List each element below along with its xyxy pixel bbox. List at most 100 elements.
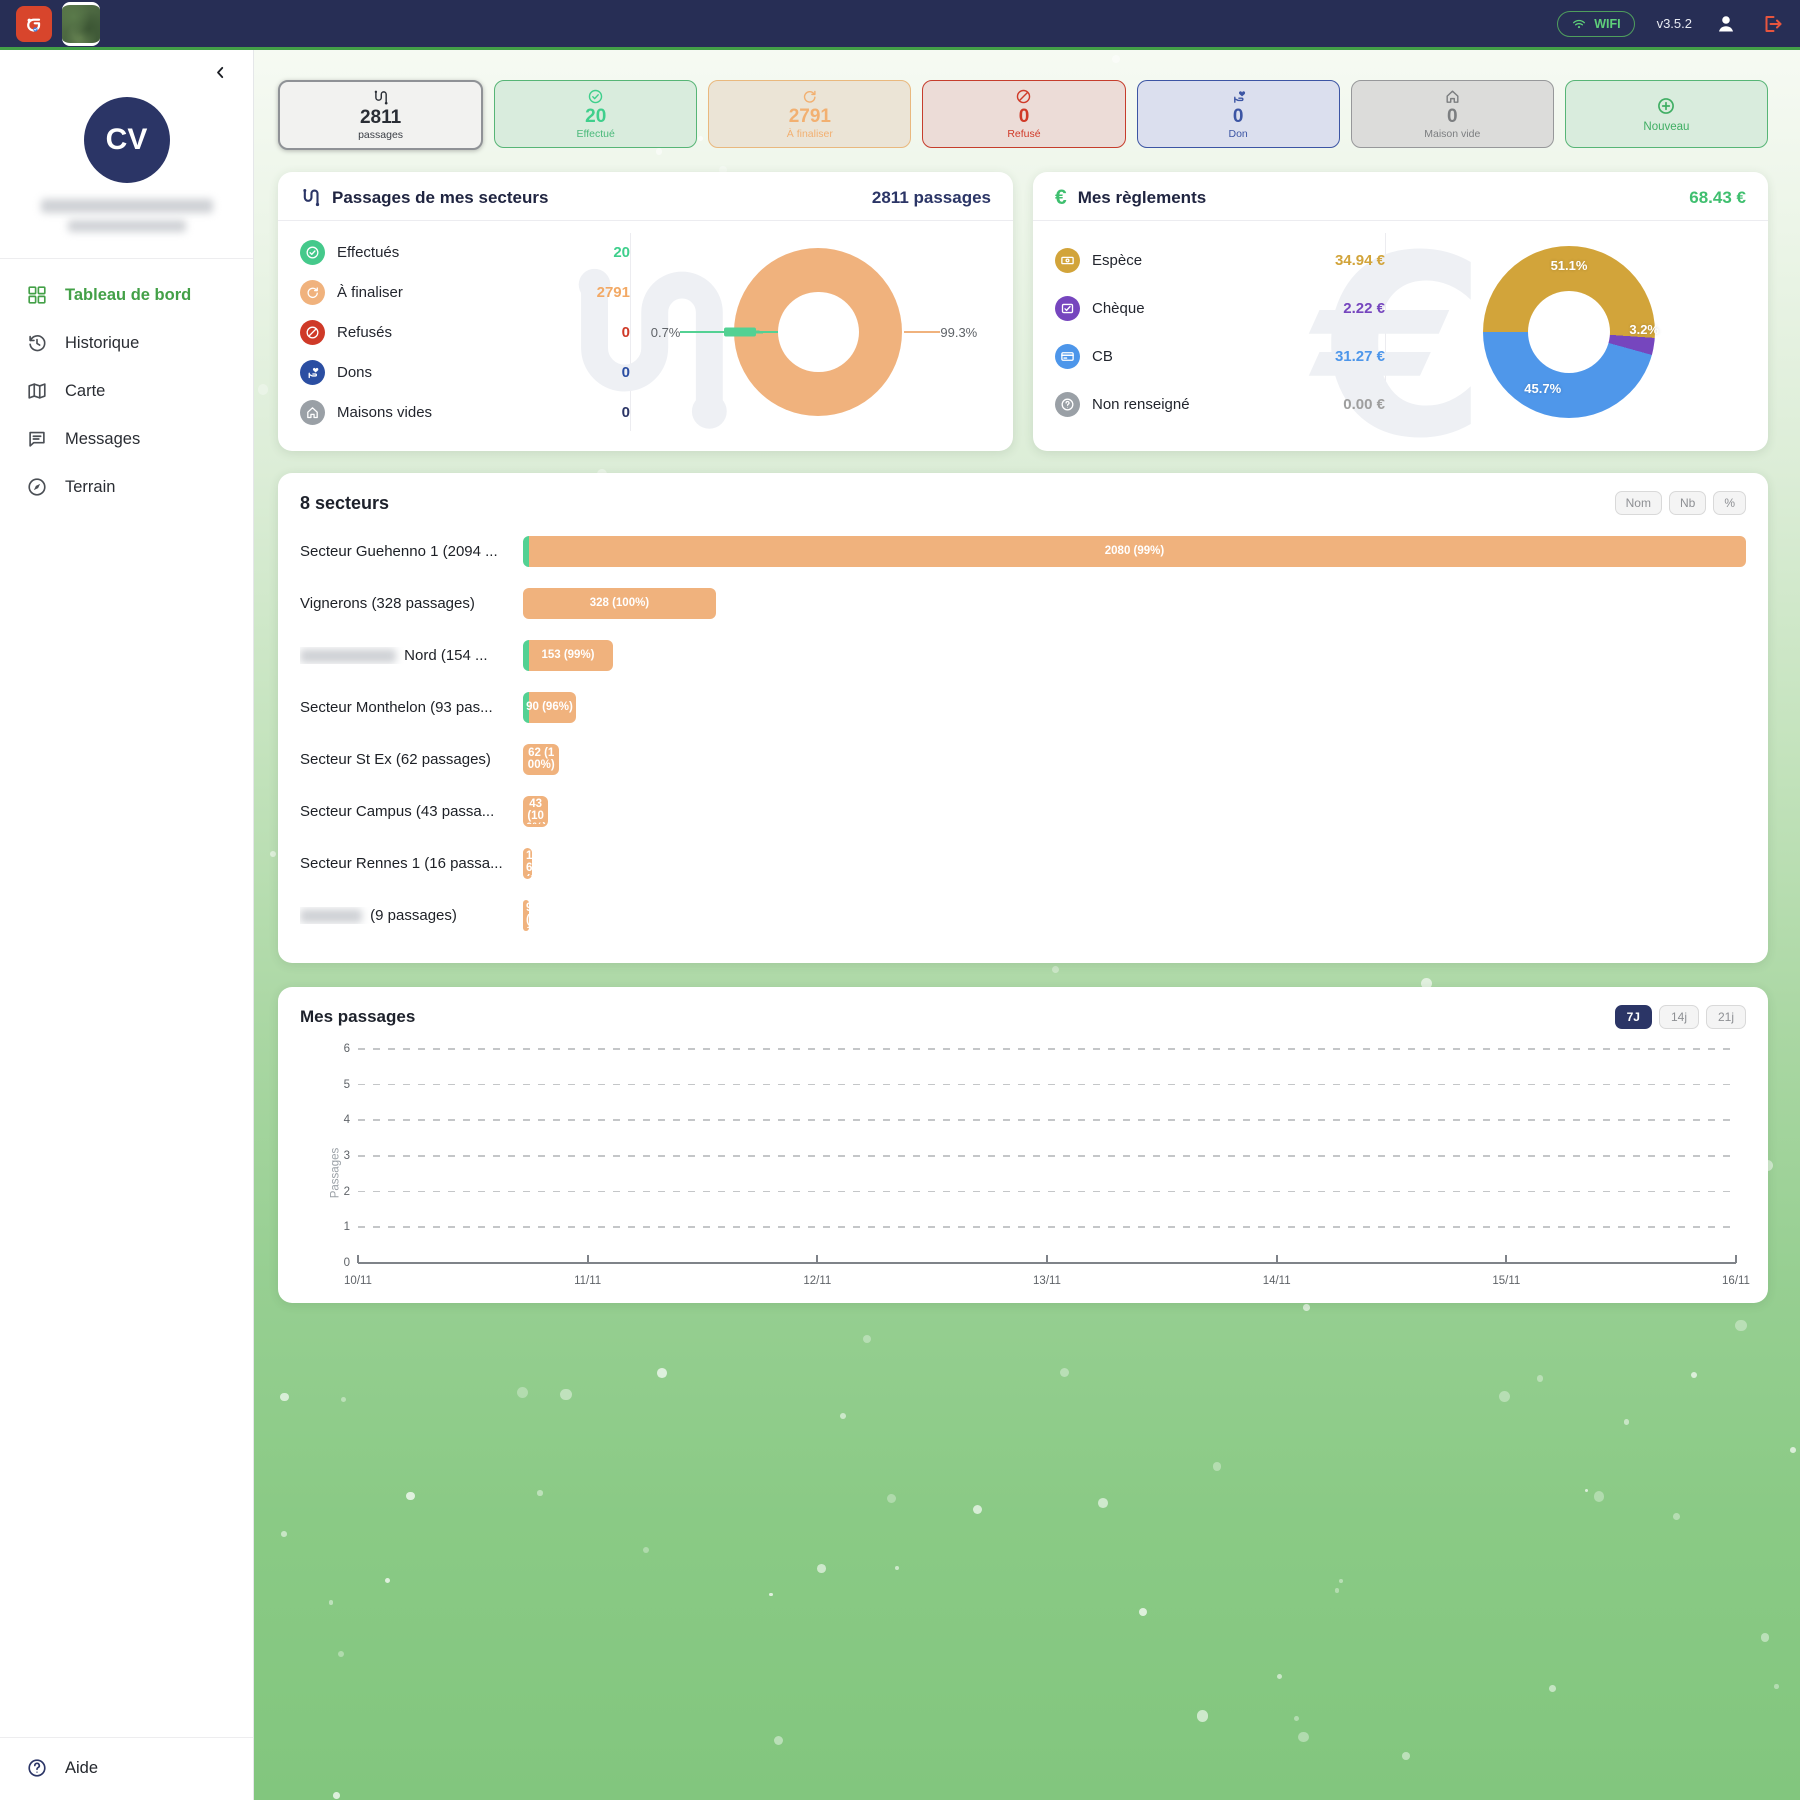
cheque-icon [1060, 301, 1075, 316]
x-tick-label: 12/11 [803, 1275, 831, 1287]
list-item-value: 34.94 € [1335, 252, 1385, 269]
stat-label: passages [358, 129, 403, 141]
range-button-7j[interactable]: 7J [1615, 1005, 1652, 1029]
list-item-value: 31.27 € [1335, 348, 1385, 365]
list-item-label: Espèce [1092, 252, 1142, 269]
list-item-label: Maisons vides [337, 404, 432, 421]
sidebar-menu: Tableau de bord Historique Carte Messages Te… [0, 259, 253, 511]
redacted-text [300, 909, 362, 923]
secteur-row: (9 passages)9 (100%) [300, 889, 1746, 941]
x-tick-mark [1505, 1255, 1507, 1263]
ban-icon [305, 325, 320, 340]
secteur-bar[interactable]: 328 (100%) [523, 588, 716, 619]
stat-value: 20 [585, 106, 606, 127]
user-icon[interactable] [1714, 12, 1738, 36]
sidebar-item-tableau-de-bord[interactable]: Tableau de bord [0, 271, 253, 319]
list-item-value: 2791 [597, 284, 630, 301]
gridline [358, 1191, 1736, 1193]
stat-card-refuse[interactable]: 0Refusé [922, 80, 1125, 148]
sidebar-item-label: Messages [65, 430, 140, 449]
x-tick-mark [1276, 1255, 1278, 1263]
redacted-text [41, 199, 213, 213]
secteur-label: Nord (154 ... [300, 647, 515, 664]
sidebar: CV Tableau de bordHistoriqueCarteMessage… [0, 50, 254, 1800]
chevron-left-icon [212, 64, 229, 81]
secteur-label: Secteur Guehenno 1 (2094 ... [300, 543, 515, 560]
list-item: Chèque2.22 € [1055, 291, 1385, 325]
app-root: WIFI v3.5.2 CV Tableau de bordHistorique… [0, 0, 1800, 1800]
stat-label: Nouveau [1643, 121, 1689, 133]
reglements-card: € Mes règlements 68.43 € € Espèce34.94 €… [1033, 172, 1768, 451]
top-navbar: WIFI v3.5.2 [0, 0, 1800, 50]
redacted-text [68, 220, 186, 232]
secteur-label: Secteur Campus (43 passa... [300, 803, 515, 820]
secteur-bar-area: 328 (100%) [523, 588, 1746, 619]
stat-label: Effectué [577, 128, 615, 140]
x-tick-mark [587, 1255, 589, 1263]
donation-icon [1230, 88, 1247, 105]
chart-plot: 654321010/1111/1112/1113/1114/1115/1116/… [358, 1049, 1736, 1263]
refresh-icon [305, 285, 320, 300]
sidebar-item-label: Historique [65, 334, 139, 353]
sort-button-nom[interactable]: Nom [1615, 491, 1662, 515]
sort-button-nb[interactable]: Nb [1669, 491, 1706, 515]
check-circle-icon [305, 245, 320, 260]
x-tick-label: 16/11 [1722, 1275, 1750, 1287]
secteur-bar-label: 16 (100%) [523, 850, 532, 876]
stat-value: 0 [1019, 106, 1030, 127]
passages-donut-area: 0.7% 99.3% [631, 229, 997, 435]
list-item: Non renseigné0.00 € [1055, 387, 1385, 421]
main-content: 2811passages20Effectué2791À finaliser0Re… [254, 50, 1800, 1303]
sidebar-item-aide[interactable]: Aide [0, 1744, 253, 1792]
passages-card-body: Effectués20À finaliser2791Refusés0Dons0M… [278, 221, 1013, 451]
secteur-bar[interactable]: 16 (100%) [523, 848, 532, 879]
range-button-21j[interactable]: 21j [1706, 1005, 1746, 1029]
stat-card-passages[interactable]: 2811passages [278, 80, 483, 150]
list-item: Maisons vides0 [300, 395, 630, 429]
sidebar-item-historique[interactable]: Historique [0, 319, 253, 367]
reglements-card-body: € Espèce34.94 €Chèque2.22 €CB31.27 €Non … [1033, 221, 1768, 451]
sidebar-item-terrain[interactable]: Terrain [0, 463, 253, 511]
cheque-badge [1055, 296, 1080, 321]
secteur-bar-label: 153 (99%) [538, 649, 597, 661]
secteur-row: Secteur St Ex (62 passages)62 (100%) [300, 733, 1746, 785]
gridline [358, 1084, 1736, 1086]
secteur-bar[interactable]: 2080 (99%) [523, 536, 1746, 567]
sidebar-item-carte[interactable]: Carte [0, 367, 253, 415]
sidebar-item-messages[interactable]: Messages [0, 415, 253, 463]
stat-card-effectue[interactable]: 20Effectué [494, 80, 697, 148]
stat-card-maison-vide[interactable]: 0Maison vide [1351, 80, 1554, 148]
secteur-bar-area: 90 (96%) [523, 692, 1746, 723]
donut-label-cheque: 3.2% [1629, 322, 1659, 337]
sort-button-pct[interactable]: % [1713, 491, 1746, 515]
secteur-bar[interactable]: 62 (100%) [523, 744, 559, 775]
refresh-badge [300, 280, 325, 305]
list-item-label: Refusés [337, 324, 392, 341]
sidebar-bottom: Aide [0, 1737, 253, 1800]
logout-icon[interactable] [1760, 12, 1784, 36]
stat-card-a-finaliser[interactable]: 2791À finaliser [708, 80, 911, 148]
redacted-text [300, 649, 396, 663]
stat-card-don[interactable]: 0Don [1137, 80, 1340, 148]
secteur-bar[interactable]: 9 (100%) [523, 900, 529, 931]
navbar-left [16, 2, 100, 46]
secteur-bar[interactable]: 90 (96%) [523, 692, 576, 723]
messages-icon [26, 428, 48, 450]
secteur-bar-area: 43 (100%) [523, 796, 1746, 827]
ban-badge [300, 320, 325, 345]
secteur-bar[interactable]: 43 (100%) [523, 796, 548, 827]
secteur-bar-label: 2080 (99%) [1102, 545, 1167, 557]
secteur-label: Vignerons (328 passages) [300, 595, 515, 612]
x-tick-mark [1735, 1255, 1737, 1263]
stat-card-nouveau[interactable]: Nouveau [1565, 80, 1768, 148]
secteur-bar-label: 43 (100%) [523, 798, 548, 824]
sidebar-collapse-button[interactable] [210, 62, 231, 83]
app-logo[interactable] [16, 6, 52, 42]
map-thumbnail[interactable] [62, 2, 100, 46]
secteur-bar-area: 2080 (99%) [523, 536, 1746, 567]
secteur-row: Nord (154 ... 153 (99%) [300, 629, 1746, 681]
secteur-bar-area: 153 (99%) [523, 640, 1746, 671]
secteur-bar-label: 9 (100%) [523, 902, 529, 928]
secteur-bar[interactable]: 153 (99%) [523, 640, 613, 671]
range-button-14j[interactable]: 14j [1659, 1005, 1699, 1029]
